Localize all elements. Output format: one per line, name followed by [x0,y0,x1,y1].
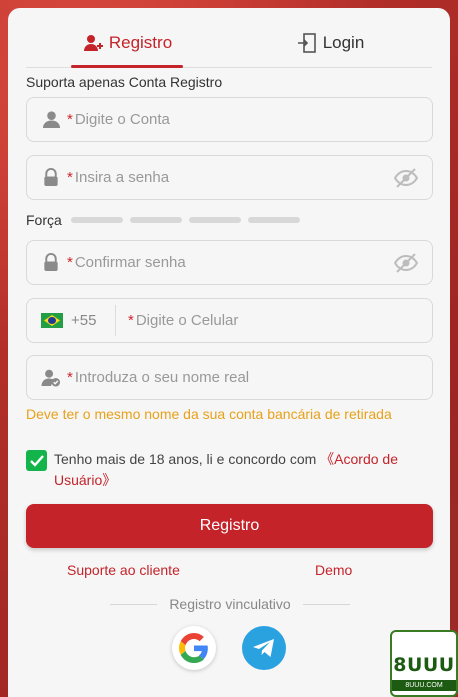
google-icon [179,633,208,663]
required-mark: * [128,312,134,329]
divider-line [110,603,158,605]
strength-label: Força [26,212,62,228]
required-mark: * [67,254,73,271]
tab-registro-label: Registro [108,32,173,52]
age-agreement: Tenho mais de 18 anos, li e concordo com… [26,449,426,491]
register-button[interactable]: Registro [26,504,433,548]
demo-link[interactable]: Demo [315,562,352,578]
brand-logo: 8UUU 8UUU.COM [390,630,458,697]
telegram-login-button[interactable] [242,626,286,670]
phone-field[interactable]: +55 * Digite o Celular [26,298,433,343]
realname-placeholder: Introduza o seu nome real [74,369,250,386]
country-code: +55 [71,312,97,329]
required-mark: * [67,169,73,186]
user-check-icon [41,368,61,388]
telegram-icon [253,639,274,657]
checkmark-icon [29,454,44,467]
lock-icon [41,253,61,273]
realname-field[interactable]: * Introduza o seu nome real [26,355,433,400]
eye-hidden-icon[interactable] [394,252,418,274]
tab-login[interactable]: Login [229,18,432,67]
support-link[interactable]: Suporte ao cliente [67,562,180,578]
account-placeholder: Digite o Conta [74,111,170,128]
password-placeholder: Insira a senha [74,169,170,186]
lock-icon [41,168,61,188]
confirm-placeholder: Confirmar senha [74,254,186,271]
tab-login-label: Login [322,32,365,52]
register-card: Registro Login Suporta apenas Conta Regi… [8,8,450,697]
agree-text-wrap: Tenho mais de 18 anos, li e concordo com… [54,449,426,491]
brazil-flag-icon [41,313,63,328]
strength-bar [188,217,241,223]
password-strength: Força [26,212,300,228]
auth-tabs: Registro Login [26,18,432,68]
strength-bar [70,217,123,223]
agree-text: Tenho mais de 18 anos, li e concordo com [54,451,321,467]
phone-placeholder: Digite o Celular [135,312,239,329]
divider-line [302,603,351,605]
tab-registro[interactable]: Registro [26,18,229,68]
user-plus-icon [83,34,103,51]
country-code-select[interactable]: +55 [41,312,115,329]
logo-main: 8UUU [393,654,455,676]
required-mark: * [67,111,73,128]
strength-bar [129,217,182,223]
user-icon [41,110,61,130]
logo-sub: 8UUU.COM [392,680,456,691]
agree-checkbox[interactable] [26,450,47,471]
form-subtitle: Suporta apenas Conta Registro [26,74,223,90]
password-field[interactable]: * Insira a senha [26,155,433,200]
google-login-button[interactable] [172,626,216,670]
phone-divider [115,305,116,336]
required-mark: * [67,369,73,386]
confirm-password-field[interactable]: * Confirmar senha [26,240,433,285]
social-divider-label: Registro vinculativo [169,596,291,612]
eye-hidden-icon[interactable] [394,167,418,189]
login-door-icon [297,32,316,53]
realname-hint: Deve ter o mesmo nome da sua conta bancá… [26,406,392,422]
account-field[interactable]: * Digite o Conta [26,97,433,142]
social-divider: Registro vinculativo [110,596,351,612]
strength-bar [247,217,300,223]
